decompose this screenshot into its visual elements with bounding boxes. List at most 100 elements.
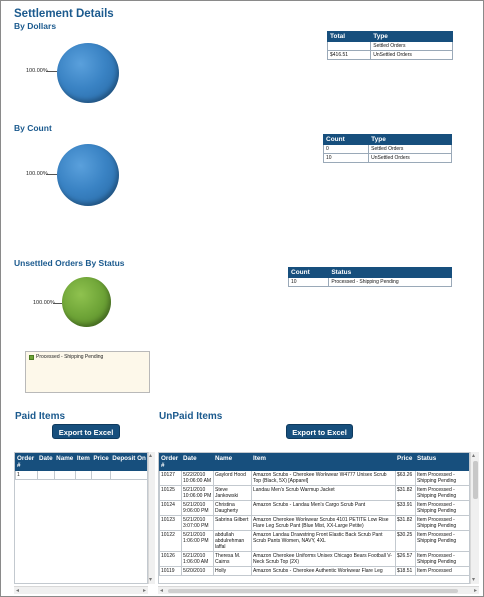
table-cell	[110, 470, 147, 480]
unpaid-cell-name: abdullah abdulrehman laffal	[213, 530, 252, 552]
unpaid-cell-order: 10126	[159, 551, 182, 567]
unpaid-cell-name: Steve Jankowski	[213, 485, 252, 501]
unpaid-cell-item: Landau Men's Scrub Warmup Jacket	[251, 485, 396, 501]
paid-col-date[interactable]: Date	[36, 453, 56, 471]
scroll-thumb[interactable]	[168, 589, 458, 593]
paid-items-title: Paid Items	[15, 411, 66, 422]
unpaid-cell-price: $18.51	[395, 566, 416, 576]
unpaid-cell-item: Amazon Scrubs - Landau Men's Cargo Scrub…	[251, 500, 396, 516]
unpaid-items-title: UnPaid Items	[159, 411, 223, 422]
unpaid-cell-status: Item Processed	[415, 566, 469, 576]
dollars-pie-label: 100.00%	[26, 68, 48, 74]
paid-grid-hscrollbar[interactable]: ◂ ▸	[14, 586, 148, 594]
unpaid-cell-order: 10127	[159, 470, 182, 486]
unpaid-cell-item: Amazon Scrubs - Cherokee Workwear W4777 …	[251, 470, 396, 486]
dollars-pie-leader	[46, 71, 57, 72]
paid-grid-vscrollbar[interactable]: ▴ ▾	[148, 452, 155, 584]
table-row: $416.51 UnSettled Orders	[326, 50, 453, 60]
dollars-table-header: Total	[326, 31, 372, 42]
unpaid-cell-name: Theresa M. Cairns	[213, 551, 252, 567]
unpaid-cell-status: Item Processed - Shipping Pending	[415, 551, 469, 567]
scroll-left-icon[interactable]: ◂	[160, 587, 163, 595]
legend-swatch	[29, 355, 34, 360]
unpaid-col-name[interactable]: Name	[213, 453, 252, 471]
dollars-table: Total Type Settled Orders $416.51 UnSettle…	[326, 31, 453, 60]
table-row[interactable]: 10123 5/21/2010 3:07:00 PM Sabrina Gilbert…	[159, 515, 469, 531]
unpaid-export-button[interactable]: Export to Excel	[286, 424, 353, 439]
unpaid-col-item[interactable]: Item	[251, 453, 396, 471]
table-row[interactable]: 10122 5/21/2010 1:06:00 PM abdullah abdulr…	[159, 530, 469, 552]
scroll-down-icon[interactable]: ▾	[149, 576, 152, 584]
unpaid-cell-order: 10123	[159, 515, 182, 531]
unpaid-cell-item: Amazon Cherokee Uniforms Unisex Chicago …	[251, 551, 396, 567]
unpaid-cell-order: 10124	[159, 500, 182, 516]
table-cell: UnSettled Orders	[370, 50, 453, 60]
paid-col-item[interactable]: Item	[74, 453, 93, 471]
unpaid-cell-item: Amazon Scrubs - Cherokee Authentic Workw…	[251, 566, 396, 576]
unpaid-cell-status: Item Processed - Shipping Pending	[415, 530, 469, 552]
unpaid-cell-order: 10125	[159, 485, 182, 501]
page-title: Settlement Details	[14, 8, 114, 20]
status-pie-chart	[62, 277, 111, 327]
unpaid-grid-hscrollbar[interactable]: ◂ ▸	[158, 586, 479, 594]
table-cell: $416.51	[326, 50, 372, 60]
unpaid-cell-status: Item Processed - Shipping Pending	[415, 485, 469, 501]
unpaid-cell-name: Sabrina Gilbert	[213, 515, 252, 531]
table-row[interactable]: 10126 5/21/2010 1:06:00 AM Theresa M. Cair…	[159, 551, 469, 567]
unpaid-cell-price: $30.25	[395, 530, 416, 552]
status-table-header: Status	[328, 267, 452, 278]
table-cell: Settled Orders	[368, 144, 452, 154]
paid-col-deposit[interactable]: Deposit On	[110, 453, 147, 471]
unpaid-col-price[interactable]: Price	[395, 453, 416, 471]
scroll-thumb[interactable]	[473, 461, 478, 499]
scroll-right-icon[interactable]: ▸	[474, 587, 477, 595]
unpaid-cell-name: Holly	[213, 566, 252, 576]
unsettled-status-heading: Unsettled Orders By Status	[14, 258, 125, 268]
paid-col-order[interactable]: Order #	[15, 453, 38, 471]
status-table-header: Count	[287, 267, 330, 278]
table-row: Settled Orders	[326, 41, 453, 51]
table-cell	[91, 470, 112, 480]
by-count-heading: By Count	[14, 123, 52, 133]
scroll-up-icon[interactable]: ▴	[472, 452, 475, 460]
unpaid-grid-vscrollbar[interactable]: ▴ ▾	[470, 452, 479, 584]
table-cell: UnSettled Orders	[368, 153, 452, 163]
unpaid-cell-date: 5/21/2010 1:06:00 AM	[181, 551, 214, 567]
table-row[interactable]: 10124 5/21/2010 9:06:00 PM Christina Daugh…	[159, 500, 469, 516]
unpaid-cell-item: Amazon Landau Drawstring Front Elastic B…	[251, 530, 396, 552]
table-cell: Settled Orders	[370, 41, 453, 51]
count-table: Count Type 0 Settled Orders 10 UnSettled Or…	[322, 134, 452, 163]
status-legend: Processed - Shipping Pending	[25, 351, 150, 393]
paid-export-button[interactable]: Export to Excel	[52, 424, 120, 439]
table-cell: 0	[322, 144, 370, 154]
table-cell: 1	[15, 470, 38, 480]
legend-item-label: Processed - Shipping Pending	[36, 354, 104, 360]
paid-col-price[interactable]: Price	[91, 453, 112, 471]
unpaid-cell-price: $63.26	[395, 470, 416, 486]
table-row[interactable]: 10127 5/22/2010 10:06:00 AM Gaylord Hood Am…	[159, 470, 469, 486]
table-row[interactable]: 10125 5/21/2010 10:06:00 PM Steve Jankowsk…	[159, 485, 469, 501]
table-row: 10 UnSettled Orders	[322, 153, 452, 163]
scroll-up-icon[interactable]: ▴	[149, 452, 152, 460]
table-row[interactable]: 1	[15, 470, 147, 480]
paid-items-grid[interactable]: Order # Date Name Item Price Deposit On …	[14, 452, 148, 584]
by-dollars-heading: By Dollars	[14, 21, 57, 31]
unpaid-cell-date: 5/22/2010 10:06:00 AM	[181, 470, 214, 486]
unpaid-col-date[interactable]: Date	[181, 453, 214, 471]
unpaid-col-order[interactable]: Order #	[159, 453, 182, 471]
table-cell: 10	[287, 277, 330, 287]
unpaid-cell-date: 5/21/2010 3:07:00 PM	[181, 515, 214, 531]
scroll-down-icon[interactable]: ▾	[472, 576, 475, 584]
scroll-left-icon[interactable]: ◂	[16, 587, 19, 595]
unpaid-items-grid[interactable]: Order # Date Name Item Price Status 1012…	[158, 452, 470, 584]
unpaid-cell-date: 5/20/2010	[181, 566, 214, 576]
table-row: 0 Settled Orders	[322, 144, 452, 154]
table-row[interactable]: 10119 5/20/2010 Holly Amazon Scrubs - Chero…	[159, 566, 469, 576]
unpaid-cell-date: 5/21/2010 1:06:00 PM	[181, 530, 214, 552]
status-pie-label: 100.00%	[33, 300, 55, 306]
scroll-right-icon[interactable]: ▸	[143, 587, 146, 595]
unpaid-col-status[interactable]: Status	[415, 453, 469, 471]
count-table-header: Count	[322, 134, 370, 145]
unpaid-cell-date: 5/21/2010 9:06:00 PM	[181, 500, 214, 516]
paid-col-name[interactable]: Name	[54, 453, 76, 471]
